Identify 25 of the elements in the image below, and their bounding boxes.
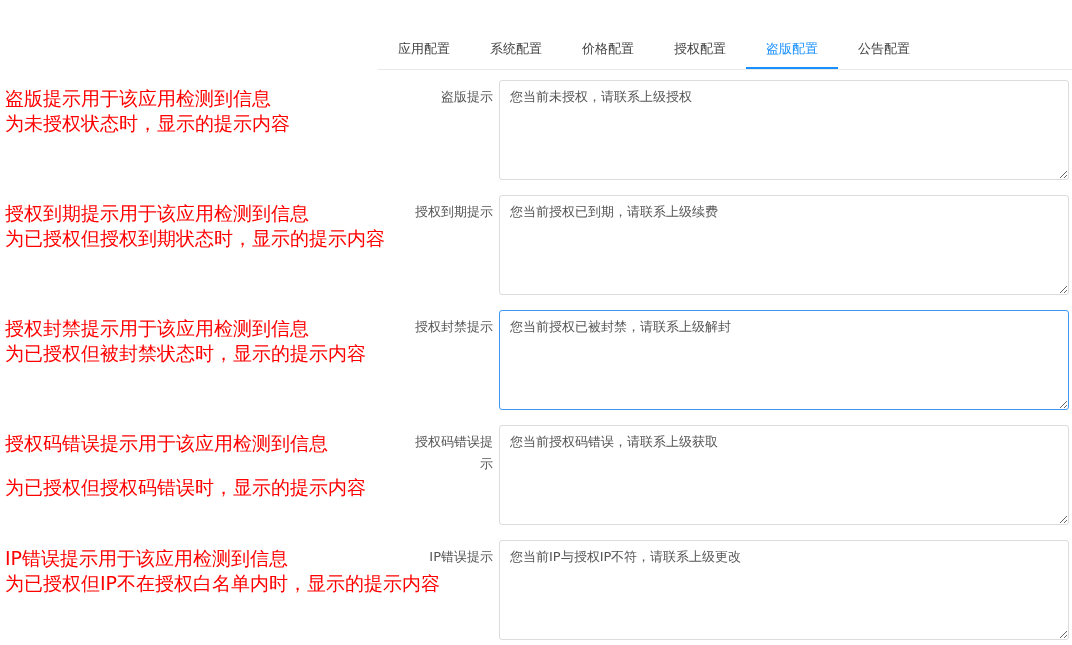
field-label: 授权到期提示 [414,203,493,221]
tab[interactable]: 授权配置 [654,30,746,69]
text-area[interactable]: 您当前授权码错误，请联系上级获取 [499,425,1069,525]
annotation-text: 授权到期提示用于该应用检测到信息 [4,201,310,226]
text-area[interactable]: 您当前授权已到期，请联系上级续费 [499,195,1069,295]
field-label: 盗版提示 [440,88,493,106]
annotation-text: 为已授权但授权到期状态时，显示的提示内容 [4,226,386,251]
text-area[interactable]: 您当前IP与授权IP不符，请联系上级更改 [499,540,1069,640]
annotation-text: 授权封禁提示用于该应用检测到信息 [4,316,310,341]
annotation-text: 为未授权状态时，显示的提示内容 [4,111,291,136]
annotation-text: 为已授权但授权码错误时，显示的提示内容 [4,475,367,500]
annotation-text: 盗版提示用于该应用检测到信息 [4,86,272,111]
annotation-text: 为已授权但IP不在授权白名单内时，显示的提示内容 [4,571,442,596]
text-area[interactable]: 您当前授权已被封禁，请联系上级解封 [499,310,1069,410]
annotation-text: IP错误提示用于该应用检测到信息 [4,546,290,571]
annotation-text: 为已授权但被封禁状态时，显示的提示内容 [4,341,367,366]
tab[interactable]: 系统配置 [470,30,562,69]
tab[interactable]: 价格配置 [562,30,654,69]
field-label: 授权封禁提示 [414,318,493,336]
annotation-text: 授权码错误提示用于该应用检测到信息 [4,431,329,456]
tab[interactable]: 公告配置 [838,30,930,69]
field-label: IP错误提示 [428,548,493,566]
tab[interactable]: 应用配置 [378,30,470,69]
field-label: 授权码错误提示 [414,433,493,473]
text-area[interactable]: 您当前未授权，请联系上级授权 [499,80,1069,180]
